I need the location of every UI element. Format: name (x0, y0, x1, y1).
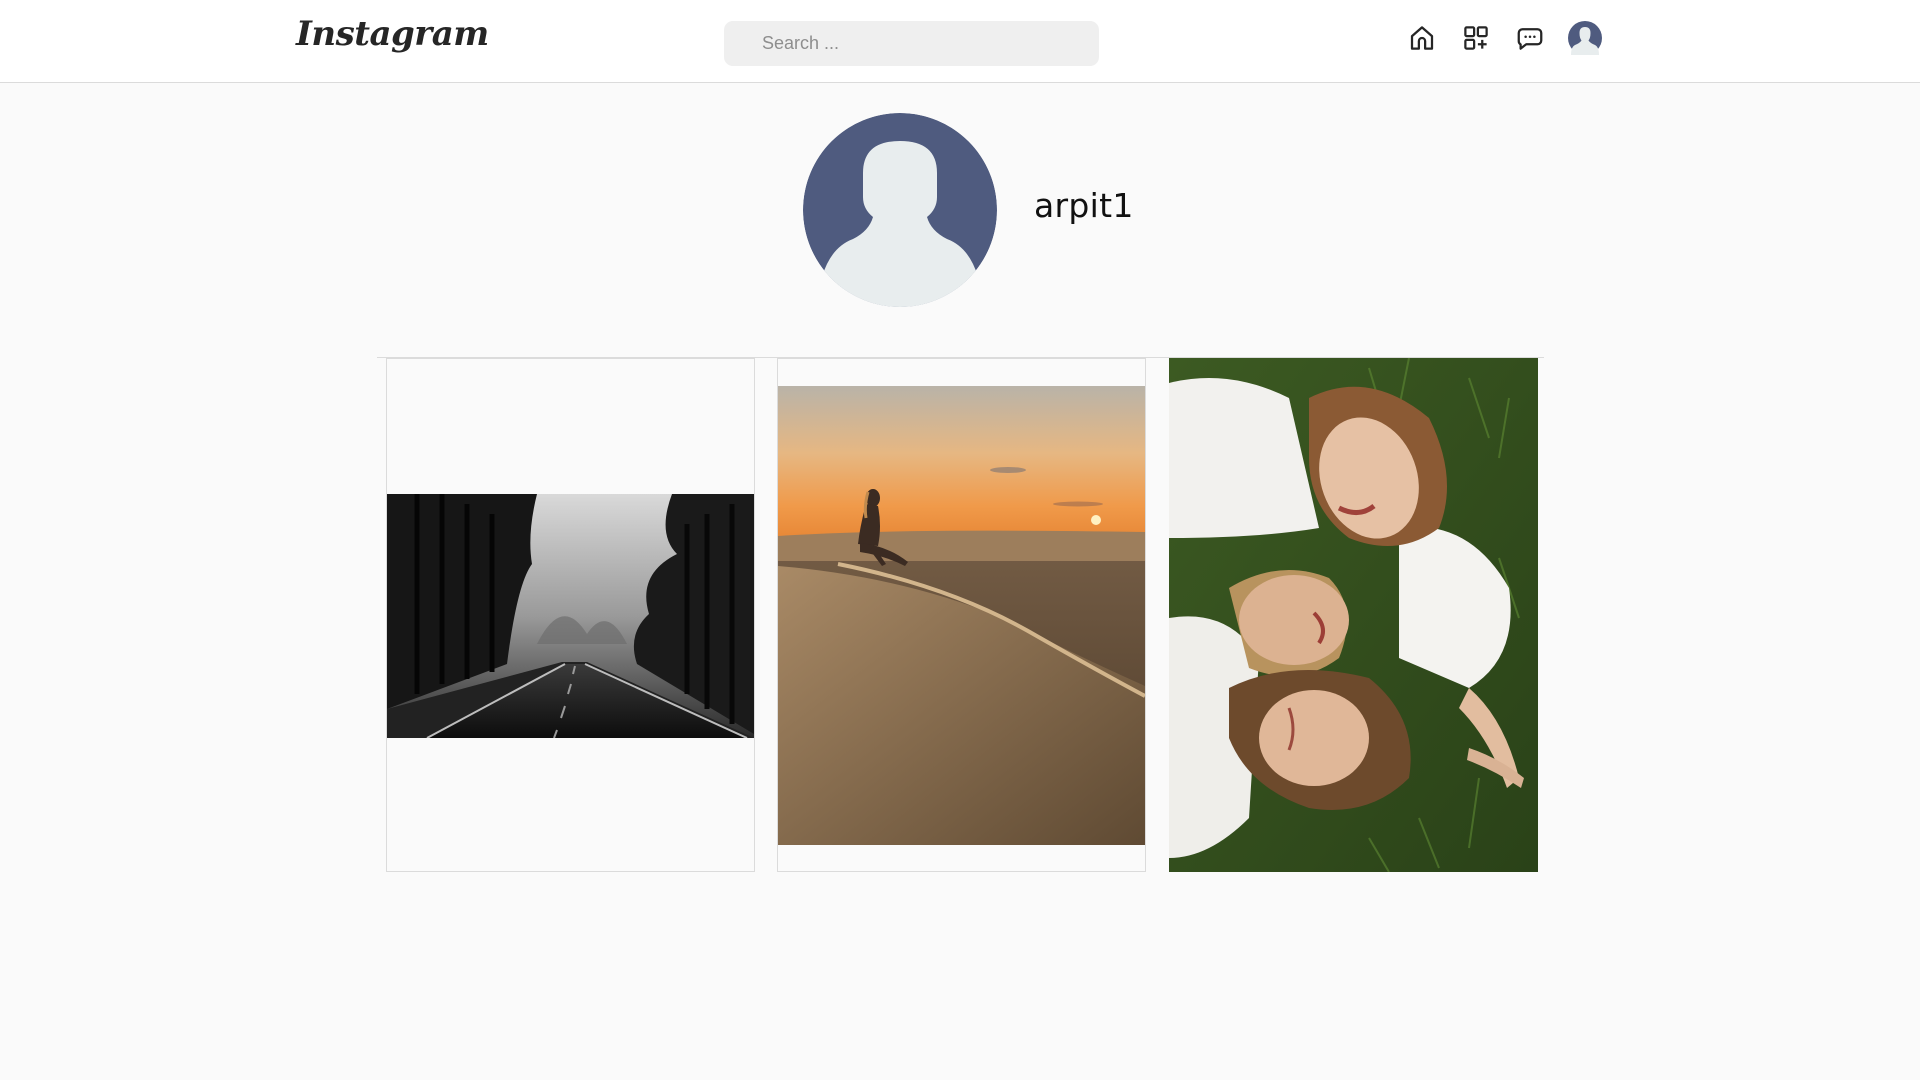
profile-avatar-icon[interactable] (1568, 21, 1602, 55)
post-tile-friends-grass[interactable] (1169, 358, 1538, 872)
post-tile-forest-road[interactable] (386, 358, 755, 872)
top-navbar: Instagram (0, 0, 1920, 83)
home-icon[interactable] (1406, 22, 1438, 54)
friends-grass-image (1169, 358, 1538, 872)
messages-icon[interactable] (1514, 22, 1546, 54)
posts-grid (386, 358, 1538, 872)
search-input[interactable] (724, 21, 1099, 66)
desert-sunset-image (778, 386, 1145, 845)
default-avatar-icon (803, 113, 997, 307)
instagram-logo[interactable]: Instagram (296, 14, 489, 54)
profile-username: arpit1 (1034, 186, 1134, 225)
forest-road-image (387, 494, 754, 738)
post-tile-desert-sunset[interactable] (777, 358, 1146, 872)
create-post-icon[interactable] (1460, 22, 1492, 54)
